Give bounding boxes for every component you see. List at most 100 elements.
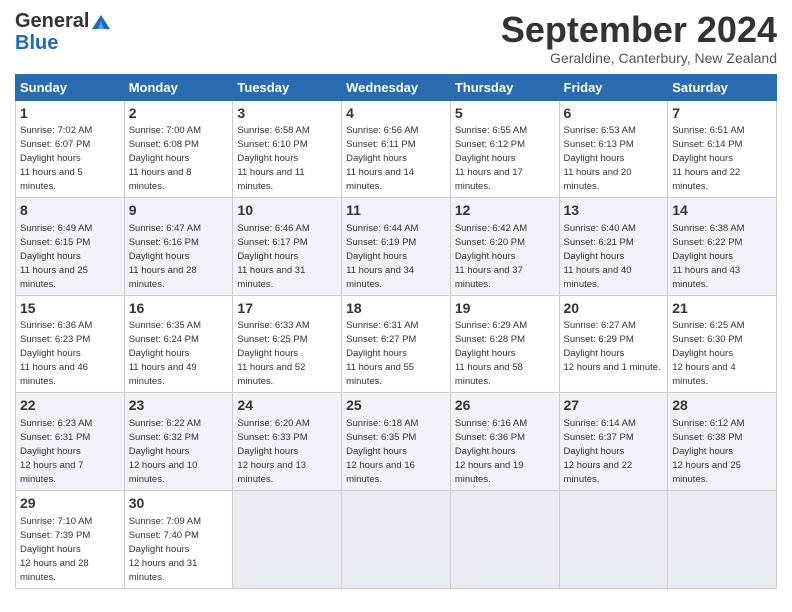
day-number: 29 bbox=[20, 494, 120, 514]
day-info: Sunrise: 6:16 AMSunset: 6:36 PMDaylight … bbox=[455, 418, 527, 485]
calendar-cell: 18 Sunrise: 6:31 AMSunset: 6:27 PMDaylig… bbox=[342, 295, 451, 393]
calendar-cell: 20 Sunrise: 6:27 AMSunset: 6:29 PMDaylig… bbox=[559, 295, 668, 393]
day-number: 12 bbox=[455, 201, 555, 221]
day-info: Sunrise: 6:35 AMSunset: 6:24 PMDaylight … bbox=[129, 320, 201, 387]
calendar-cell: 8 Sunrise: 6:49 AMSunset: 6:15 PMDayligh… bbox=[16, 198, 125, 296]
day-info: Sunrise: 7:02 AMSunset: 6:07 PMDaylight … bbox=[20, 125, 92, 192]
calendar-cell: 10 Sunrise: 6:46 AMSunset: 6:17 PMDaylig… bbox=[233, 198, 342, 296]
col-monday: Monday bbox=[124, 74, 233, 100]
calendar-cell: 28 Sunrise: 6:12 AMSunset: 6:38 PMDaylig… bbox=[668, 393, 777, 491]
day-number: 8 bbox=[20, 201, 120, 221]
calendar-cell: 16 Sunrise: 6:35 AMSunset: 6:24 PMDaylig… bbox=[124, 295, 233, 393]
col-wednesday: Wednesday bbox=[342, 74, 451, 100]
day-number: 2 bbox=[129, 104, 229, 124]
logo-general: General bbox=[15, 10, 89, 32]
calendar-cell: 27 Sunrise: 6:14 AMSunset: 6:37 PMDaylig… bbox=[559, 393, 668, 491]
calendar-cell: 24 Sunrise: 6:20 AMSunset: 6:33 PMDaylig… bbox=[233, 393, 342, 491]
logo-text: General Blue bbox=[15, 10, 113, 54]
calendar-cell: 9 Sunrise: 6:47 AMSunset: 6:16 PMDayligh… bbox=[124, 198, 233, 296]
calendar-cell: 14 Sunrise: 6:38 AMSunset: 6:22 PMDaylig… bbox=[668, 198, 777, 296]
calendar-cell: 15 Sunrise: 6:36 AMSunset: 6:23 PMDaylig… bbox=[16, 295, 125, 393]
day-number: 15 bbox=[20, 299, 120, 319]
day-info: Sunrise: 6:51 AMSunset: 6:14 PMDaylight … bbox=[672, 125, 744, 192]
day-info: Sunrise: 6:33 AMSunset: 6:25 PMDaylight … bbox=[237, 320, 309, 387]
location-subtitle: Geraldine, Canterbury, New Zealand bbox=[501, 50, 777, 66]
day-number: 30 bbox=[129, 494, 229, 514]
day-number: 17 bbox=[237, 299, 337, 319]
week-row-3: 15 Sunrise: 6:36 AMSunset: 6:23 PMDaylig… bbox=[16, 295, 777, 393]
calendar-cell: 22 Sunrise: 6:23 AMSunset: 6:31 PMDaylig… bbox=[16, 393, 125, 491]
day-number: 7 bbox=[672, 104, 772, 124]
day-info: Sunrise: 6:42 AMSunset: 6:20 PMDaylight … bbox=[455, 223, 527, 290]
day-number: 9 bbox=[129, 201, 229, 221]
day-number: 24 bbox=[237, 396, 337, 416]
logo-blue: Blue bbox=[15, 32, 113, 54]
day-number: 13 bbox=[564, 201, 664, 221]
day-info: Sunrise: 6:25 AMSunset: 6:30 PMDaylight … bbox=[672, 320, 744, 387]
day-info: Sunrise: 6:46 AMSunset: 6:17 PMDaylight … bbox=[237, 223, 309, 290]
day-info: Sunrise: 6:36 AMSunset: 6:23 PMDaylight … bbox=[20, 320, 92, 387]
day-number: 23 bbox=[129, 396, 229, 416]
day-info: Sunrise: 6:38 AMSunset: 6:22 PMDaylight … bbox=[672, 223, 744, 290]
calendar-cell: 12 Sunrise: 6:42 AMSunset: 6:20 PMDaylig… bbox=[450, 198, 559, 296]
day-number: 3 bbox=[237, 104, 337, 124]
day-info: Sunrise: 7:09 AMSunset: 7:40 PMDaylight … bbox=[129, 516, 201, 583]
day-info: Sunrise: 6:23 AMSunset: 6:31 PMDaylight … bbox=[20, 418, 92, 485]
day-number: 20 bbox=[564, 299, 664, 319]
header: General Blue September 2024 Geraldine, C… bbox=[15, 10, 777, 66]
month-title: September 2024 bbox=[501, 10, 777, 50]
day-info: Sunrise: 6:27 AMSunset: 6:29 PMDaylight … bbox=[564, 320, 661, 373]
calendar-cell: 1 Sunrise: 7:02 AMSunset: 6:07 PMDayligh… bbox=[16, 100, 125, 198]
day-info: Sunrise: 6:14 AMSunset: 6:37 PMDaylight … bbox=[564, 418, 636, 485]
day-info: Sunrise: 6:22 AMSunset: 6:32 PMDaylight … bbox=[129, 418, 201, 485]
col-sunday: Sunday bbox=[16, 74, 125, 100]
calendar-cell bbox=[233, 490, 342, 588]
day-info: Sunrise: 6:58 AMSunset: 6:10 PMDaylight … bbox=[237, 125, 309, 192]
day-info: Sunrise: 6:56 AMSunset: 6:11 PMDaylight … bbox=[346, 125, 418, 192]
day-info: Sunrise: 6:31 AMSunset: 6:27 PMDaylight … bbox=[346, 320, 418, 387]
week-row-1: 1 Sunrise: 7:02 AMSunset: 6:07 PMDayligh… bbox=[16, 100, 777, 198]
day-info: Sunrise: 6:12 AMSunset: 6:38 PMDaylight … bbox=[672, 418, 744, 485]
calendar-cell bbox=[668, 490, 777, 588]
calendar-cell: 6 Sunrise: 6:53 AMSunset: 6:13 PMDayligh… bbox=[559, 100, 668, 198]
col-thursday: Thursday bbox=[450, 74, 559, 100]
calendar-cell: 29 Sunrise: 7:10 AMSunset: 7:39 PMDaylig… bbox=[16, 490, 125, 588]
day-number: 22 bbox=[20, 396, 120, 416]
day-number: 5 bbox=[455, 104, 555, 124]
title-block: September 2024 Geraldine, Canterbury, Ne… bbox=[501, 10, 777, 66]
day-info: Sunrise: 6:49 AMSunset: 6:15 PMDaylight … bbox=[20, 223, 92, 290]
day-number: 19 bbox=[455, 299, 555, 319]
calendar-cell bbox=[450, 490, 559, 588]
day-number: 18 bbox=[346, 299, 446, 319]
day-number: 1 bbox=[20, 104, 120, 124]
calendar-table: Sunday Monday Tuesday Wednesday Thursday… bbox=[15, 74, 777, 589]
calendar-cell: 2 Sunrise: 7:00 AMSunset: 6:08 PMDayligh… bbox=[124, 100, 233, 198]
day-number: 26 bbox=[455, 396, 555, 416]
day-number: 27 bbox=[564, 396, 664, 416]
week-row-2: 8 Sunrise: 6:49 AMSunset: 6:15 PMDayligh… bbox=[16, 198, 777, 296]
col-saturday: Saturday bbox=[668, 74, 777, 100]
col-friday: Friday bbox=[559, 74, 668, 100]
day-info: Sunrise: 6:20 AMSunset: 6:33 PMDaylight … bbox=[237, 418, 309, 485]
calendar-cell: 3 Sunrise: 6:58 AMSunset: 6:10 PMDayligh… bbox=[233, 100, 342, 198]
day-info: Sunrise: 6:55 AMSunset: 6:12 PMDaylight … bbox=[455, 125, 527, 192]
calendar-cell: 19 Sunrise: 6:29 AMSunset: 6:28 PMDaylig… bbox=[450, 295, 559, 393]
page-container: General Blue September 2024 Geraldine, C… bbox=[0, 0, 792, 599]
day-info: Sunrise: 6:40 AMSunset: 6:21 PMDaylight … bbox=[564, 223, 636, 290]
day-info: Sunrise: 7:10 AMSunset: 7:39 PMDaylight … bbox=[20, 516, 92, 583]
calendar-cell: 13 Sunrise: 6:40 AMSunset: 6:21 PMDaylig… bbox=[559, 198, 668, 296]
day-number: 4 bbox=[346, 104, 446, 124]
day-number: 16 bbox=[129, 299, 229, 319]
day-info: Sunrise: 6:44 AMSunset: 6:19 PMDaylight … bbox=[346, 223, 418, 290]
calendar-cell: 23 Sunrise: 6:22 AMSunset: 6:32 PMDaylig… bbox=[124, 393, 233, 491]
day-info: Sunrise: 6:53 AMSunset: 6:13 PMDaylight … bbox=[564, 125, 636, 192]
header-row: Sunday Monday Tuesday Wednesday Thursday… bbox=[16, 74, 777, 100]
calendar-cell: 5 Sunrise: 6:55 AMSunset: 6:12 PMDayligh… bbox=[450, 100, 559, 198]
day-info: Sunrise: 6:18 AMSunset: 6:35 PMDaylight … bbox=[346, 418, 418, 485]
day-number: 10 bbox=[237, 201, 337, 221]
calendar-cell bbox=[559, 490, 668, 588]
calendar-cell: 26 Sunrise: 6:16 AMSunset: 6:36 PMDaylig… bbox=[450, 393, 559, 491]
logo: General Blue bbox=[15, 10, 113, 54]
day-info: Sunrise: 6:29 AMSunset: 6:28 PMDaylight … bbox=[455, 320, 527, 387]
day-number: 28 bbox=[672, 396, 772, 416]
